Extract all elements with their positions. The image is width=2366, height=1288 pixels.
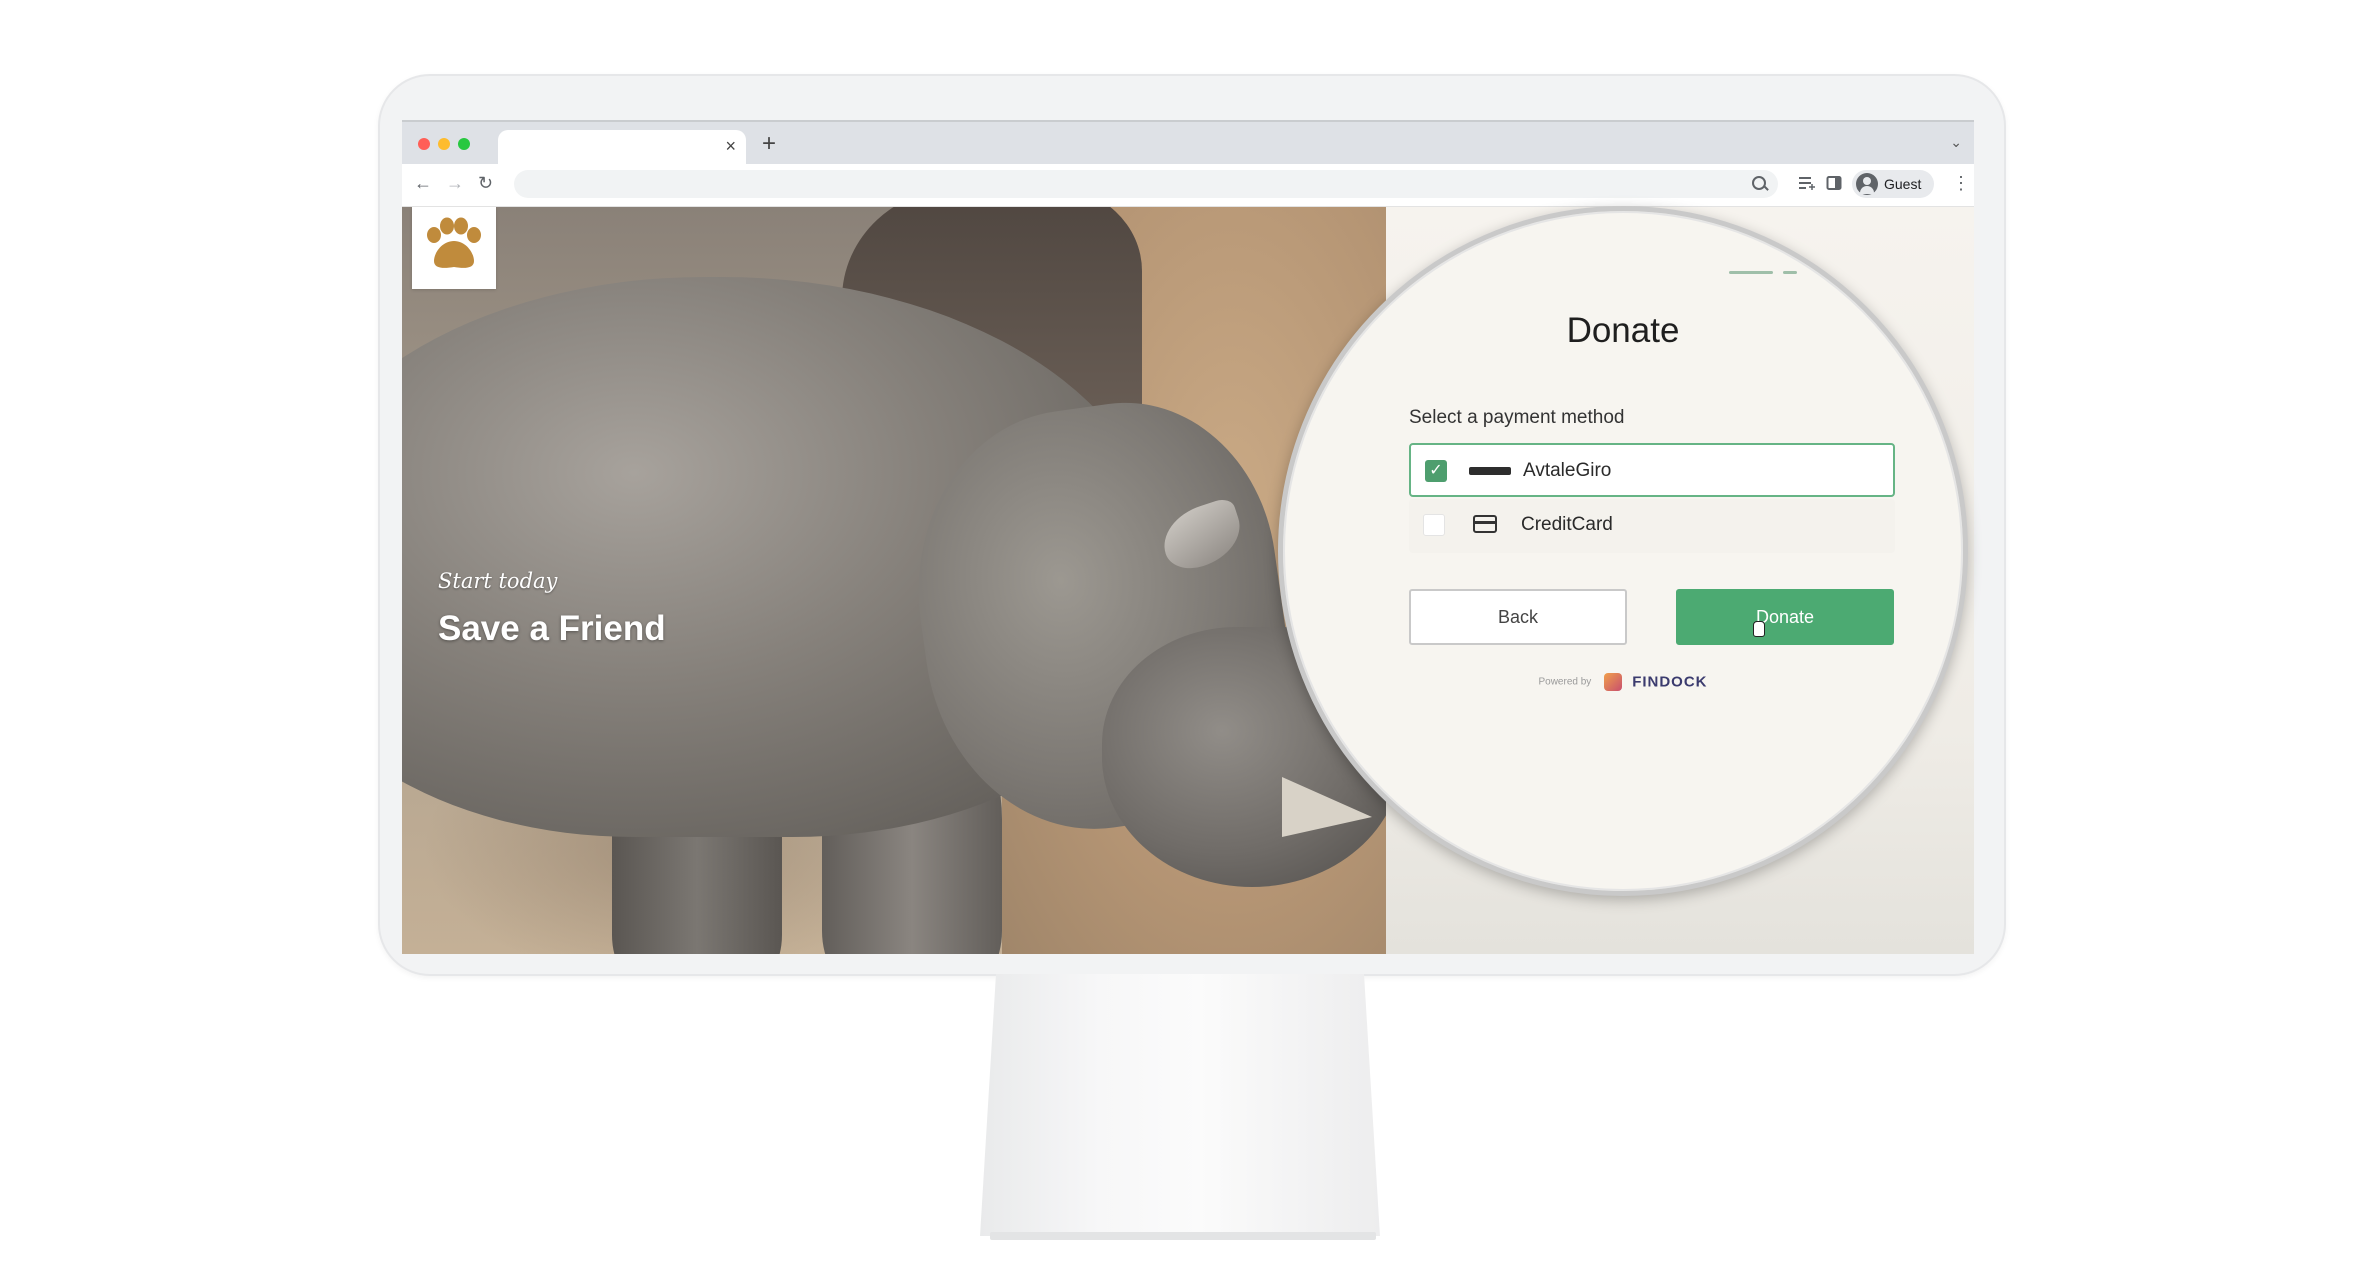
profile-button[interactable]: Guest (1852, 170, 1934, 198)
browser-menu-icon[interactable]: ⋮ (1952, 173, 1970, 193)
rhino-hero-image: Start today Save a Friend (402, 207, 1386, 954)
payment-option-creditcard[interactable]: CreditCard (1409, 499, 1895, 553)
new-tab-icon[interactable]: + (762, 132, 776, 156)
reading-list-icon[interactable] (1798, 175, 1816, 196)
browser-tabstrip: × + ⌄ (402, 120, 1974, 166)
back-arrow-icon[interactable]: ← (414, 173, 432, 193)
hero-title: Save a Friend (438, 609, 666, 648)
donate-button[interactable]: Donate (1676, 589, 1894, 645)
forward-arrow-icon[interactable]: → (446, 173, 464, 193)
pointer-cursor-icon (1753, 621, 1765, 637)
payment-option-label: CreditCard (1521, 514, 1613, 535)
paw-icon (427, 217, 481, 268)
findock-brand: FINDOCK (1632, 673, 1708, 691)
hero-kicker: Start today (438, 569, 558, 593)
monitor-stand (980, 974, 1380, 1236)
back-button[interactable]: Back (1409, 589, 1627, 645)
checkbox-unchecked[interactable] (1423, 514, 1445, 536)
step-indicator (1729, 271, 1773, 274)
guest-avatar-icon (1856, 173, 1878, 195)
browser-tab-active[interactable]: × (498, 130, 746, 166)
address-bar[interactable] (514, 170, 1778, 198)
payment-option-label: AvtaleGiro (1523, 460, 1612, 481)
payment-method-label: Select a payment method (1409, 407, 1625, 428)
close-window-dot[interactable] (418, 138, 430, 150)
powered-by-label: Powered by (1538, 676, 1592, 688)
maximize-window-dot[interactable] (458, 138, 470, 150)
payment-option-avtalegiro[interactable]: ✓ AvtaleGiro (1409, 443, 1895, 497)
monitor-stand-base (990, 1232, 1376, 1240)
findock-logo-icon (1603, 673, 1622, 691)
minimize-window-dot[interactable] (438, 138, 450, 150)
paw-logo[interactable] (412, 207, 496, 289)
reload-icon[interactable]: ↻ (478, 173, 493, 193)
tab-close-icon[interactable]: × (725, 136, 736, 156)
tab-search-chevron-icon[interactable]: ⌄ (1950, 134, 1962, 151)
magnified-donate-form: Donate Select a payment method ✓ AvtaleG… (1278, 206, 1968, 896)
browser-toolbar: ← → ↻ Guest ⋮ (402, 164, 1974, 207)
powered-by-findock: Powered by FINDOCK (1283, 673, 1963, 691)
checkbox-checked-icon[interactable]: ✓ (1425, 460, 1447, 482)
donate-heading: Donate (1566, 311, 1680, 350)
step-indicator (1783, 271, 1797, 274)
credit-card-icon (1473, 515, 1497, 533)
profile-label: Guest (1884, 176, 1922, 192)
avtalegiro-logo-icon (1469, 467, 1511, 475)
zoom-icon[interactable] (1752, 176, 1766, 190)
side-panel-icon[interactable] (1826, 175, 1842, 196)
